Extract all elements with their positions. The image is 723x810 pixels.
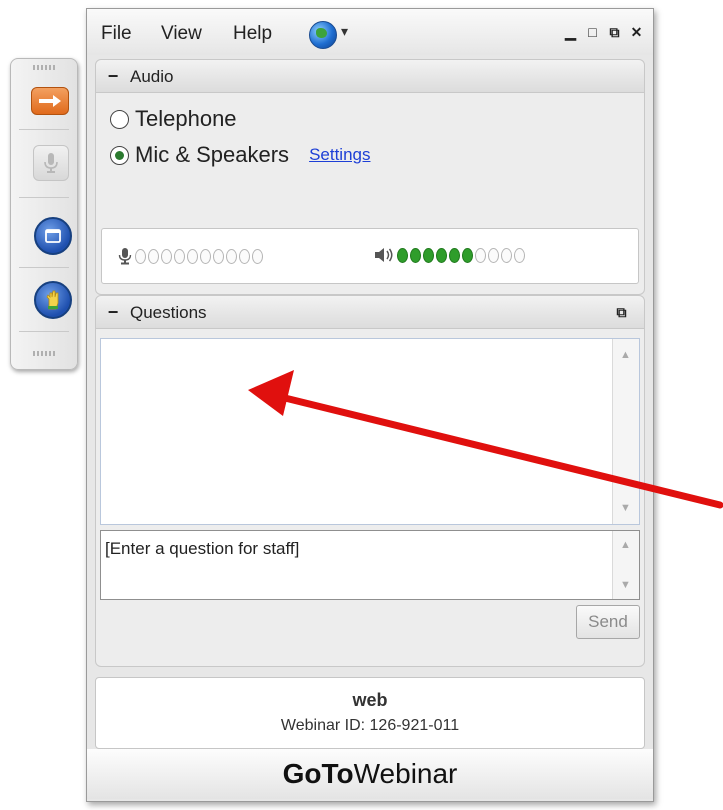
- speaker-icon: [375, 248, 393, 262]
- menu-view[interactable]: View: [161, 23, 202, 45]
- toolbar-divider: [19, 267, 69, 268]
- globe-icon[interactable]: [309, 21, 337, 49]
- scroll-down-arrow-icon[interactable]: ▼: [620, 502, 631, 514]
- questions-panel-header[interactable]: − Questions ⧉: [96, 296, 644, 329]
- toolbar-divider: [19, 129, 69, 130]
- microphone-icon: [118, 248, 132, 265]
- mute-button[interactable]: [33, 145, 69, 181]
- audio-panel-title: Audio: [130, 67, 174, 86]
- toolbar-divider: [19, 197, 69, 198]
- questions-panel-title: Questions: [130, 303, 207, 322]
- collapse-questions-button[interactable]: −: [106, 303, 120, 321]
- questions-panel: − Questions ⧉ ▲ ▼ [Enter a question for …: [95, 295, 645, 667]
- radio-button-unselected[interactable]: [110, 109, 129, 129]
- logo-goto-text: GoTo: [282, 758, 354, 789]
- show-hide-panel-button[interactable]: [31, 87, 69, 115]
- menu-file[interactable]: File: [101, 23, 132, 45]
- microphone-icon: [44, 153, 58, 173]
- questions-log[interactable]: ▲ ▼: [100, 338, 640, 525]
- arrow-right-icon: [39, 95, 61, 107]
- collapse-audio-button[interactable]: −: [106, 67, 120, 85]
- menu-help[interactable]: Help: [233, 23, 272, 45]
- screen-icon: [45, 229, 61, 243]
- minimize-button[interactable]: ▁: [563, 25, 578, 40]
- gotowebinar-logo: GoToWebinar: [87, 749, 653, 799]
- radio-mic-speakers[interactable]: Mic & Speakers Settings: [110, 142, 371, 168]
- scroll-down-arrow-icon[interactable]: ▼: [620, 579, 631, 591]
- restore-button[interactable]: ⧉: [607, 25, 622, 40]
- scroll-up-arrow-icon[interactable]: ▲: [620, 349, 631, 361]
- audio-panel-header[interactable]: − Audio: [96, 60, 644, 93]
- radio-telephone[interactable]: Telephone: [110, 106, 237, 132]
- question-input-scrollbar[interactable]: ▲ ▼: [612, 531, 639, 599]
- questions-log-scrollbar[interactable]: ▲ ▼: [612, 339, 639, 524]
- toolbar-grip-bottom[interactable]: [33, 351, 55, 356]
- popout-icon[interactable]: ⧉: [614, 305, 629, 320]
- scroll-up-arrow-icon[interactable]: ▲: [620, 539, 631, 551]
- side-toolbar: [10, 58, 78, 370]
- close-button[interactable]: ✕: [629, 25, 644, 40]
- raise-hand-icon: [46, 290, 59, 310]
- audio-level-meters: [101, 228, 639, 284]
- radio-telephone-label: Telephone: [135, 106, 237, 131]
- webinar-id: Webinar ID: 126-921-011: [280, 717, 460, 734]
- send-button[interactable]: Send: [576, 605, 640, 639]
- webinar-info: web Webinar ID: 126-921-011: [95, 677, 645, 749]
- menu-bar: File View Help ▾ ▁ □ ⧉ ✕: [87, 9, 653, 55]
- webinar-name: web: [352, 690, 388, 710]
- raise-hand-button[interactable]: [34, 281, 72, 319]
- audio-settings-link[interactable]: Settings: [309, 145, 370, 165]
- toolbar-grip-top[interactable]: [33, 65, 55, 70]
- screen-view-button[interactable]: [34, 217, 72, 255]
- gotowebinar-control-panel: File View Help ▾ ▁ □ ⧉ ✕ − Audio Telepho…: [86, 8, 654, 802]
- speaker-level-meter: [374, 247, 527, 263]
- toolbar-divider: [19, 331, 69, 332]
- radio-mic-speakers-label: Mic & Speakers: [135, 142, 290, 167]
- audio-panel: − Audio Telephone Mic & Speakers Setting…: [95, 59, 645, 295]
- question-input[interactable]: [Enter a question for staff] ▲ ▼: [100, 530, 640, 600]
- maximize-button[interactable]: □: [585, 25, 600, 40]
- radio-button-selected[interactable]: [110, 145, 129, 165]
- logo-webinar-text: Webinar: [353, 758, 458, 789]
- language-dropdown-caret[interactable]: ▾: [341, 23, 348, 40]
- question-input-placeholder[interactable]: [Enter a question for staff]: [105, 539, 299, 559]
- mic-level-meter: [118, 247, 265, 265]
